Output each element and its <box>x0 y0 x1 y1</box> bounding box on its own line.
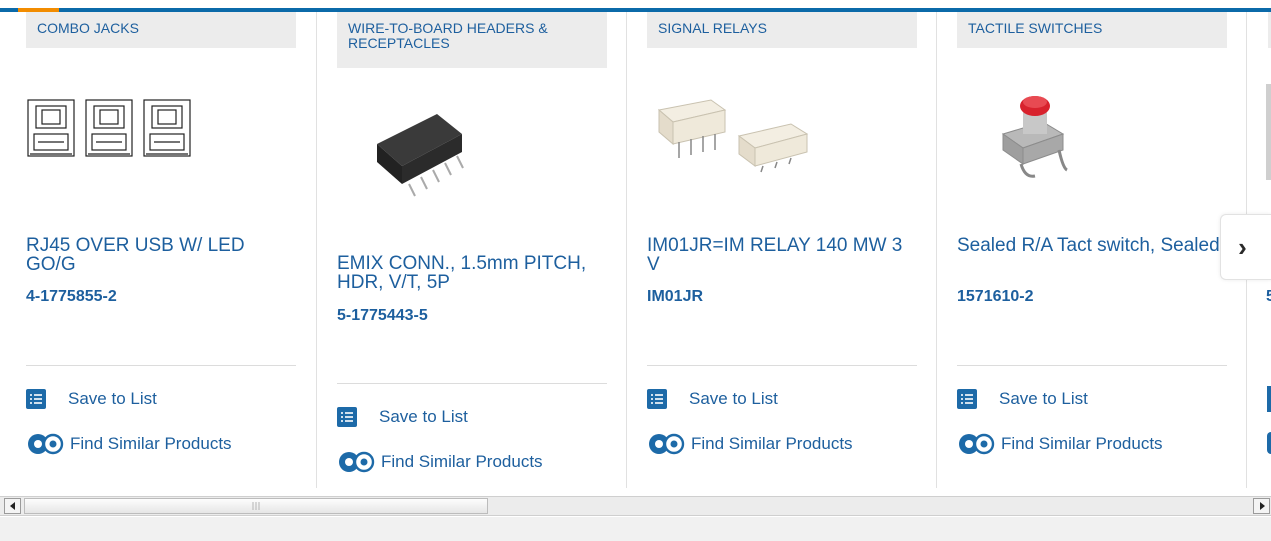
product-title[interactable]: Sealed R/A Tact switch, Sealed <box>957 236 1227 255</box>
product-card: COMBO JACKS RJ45 OVER USB W/ LED GO/G 4-… <box>26 12 296 488</box>
find-similar-label: Find Similar Products <box>1001 434 1163 453</box>
checklist-icon <box>337 407 357 427</box>
partial-save-icon <box>1267 386 1271 412</box>
part-number[interactable]: 5-1775443-5 <box>337 307 428 325</box>
chevron-right-icon: › <box>1238 231 1247 262</box>
category-label[interactable]: SIGNAL RELAYS <box>647 12 917 48</box>
save-to-list-button[interactable]: Save to List <box>957 386 1088 412</box>
save-to-list-button[interactable]: Save to List <box>337 404 468 430</box>
find-similar-label: Find Similar Products <box>381 452 543 471</box>
part-number[interactable]: 1571610-2 <box>957 288 1034 306</box>
gears-icon <box>957 431 997 457</box>
save-to-list-button[interactable]: Save to List <box>647 386 778 412</box>
bottom-gutter <box>0 517 1271 541</box>
save-to-list-label: Save to List <box>999 389 1088 408</box>
divider <box>337 383 607 384</box>
carousel-next-button[interactable]: › <box>1220 214 1271 280</box>
gears-icon <box>647 431 687 457</box>
gears-icon <box>337 449 377 475</box>
checklist-icon <box>957 389 977 409</box>
divider <box>26 365 296 366</box>
product-title[interactable]: IM01JR=IM RELAY 140 MW 3 V <box>647 236 917 274</box>
save-to-list-label: Save to List <box>379 407 468 426</box>
product-title[interactable]: EMIX CONN., 1.5mm PITCH, HDR, V/T, 5P <box>337 254 607 292</box>
category-label[interactable]: COMBO JACKS <box>26 12 296 48</box>
divider <box>957 365 1227 366</box>
gears-icon <box>26 431 66 457</box>
find-similar-products-button[interactable]: Find Similar Products <box>647 431 853 457</box>
find-similar-products-button[interactable]: Find Similar Products <box>957 431 1163 457</box>
scrollbar-thumb[interactable] <box>24 498 488 514</box>
save-to-list-label: Save to List <box>689 389 778 408</box>
product-image[interactable] <box>26 98 196 165</box>
product-title[interactable]: RJ45 OVER USB W/ LED GO/G <box>26 236 296 274</box>
part-number[interactable]: IM01JR <box>647 288 703 306</box>
checklist-icon <box>647 389 667 409</box>
product-image[interactable] <box>367 104 477 209</box>
product-card: TACTILE SWITCHES Sealed R/A Tact switch,… <box>957 12 1227 488</box>
product-card: SIGNAL RELAYS IM01JR=IM RELAY 140 MW 3 V… <box>647 12 917 488</box>
find-similar-label: Find Similar Products <box>70 434 232 453</box>
divider <box>647 365 917 366</box>
scroll-left-arrow-icon[interactable] <box>4 498 21 514</box>
scroll-right-arrow-icon[interactable] <box>1253 498 1270 514</box>
product-image[interactable] <box>991 86 1081 191</box>
find-similar-products-button[interactable]: Find Similar Products <box>26 431 232 457</box>
card-divider <box>316 12 317 488</box>
product-card: WIRE-TO-BOARD HEADERS & RECEPTACLES EMIX… <box>337 12 607 488</box>
partial-gears-icon <box>1267 432 1271 454</box>
save-to-list-label: Save to List <box>68 389 157 408</box>
card-divider <box>626 12 627 488</box>
find-similar-label: Find Similar Products <box>691 434 853 453</box>
product-image[interactable] <box>655 96 815 181</box>
save-to-list-button[interactable]: Save to List <box>26 386 157 412</box>
part-number[interactable]: 4-1775855-2 <box>26 288 117 306</box>
find-similar-products-button[interactable]: Find Similar Products <box>337 449 543 475</box>
partial-product-image <box>1266 84 1271 180</box>
horizontal-scrollbar[interactable] <box>0 496 1271 516</box>
partial-part-number: 5 <box>1266 288 1271 305</box>
checklist-icon <box>26 389 46 409</box>
category-label[interactable]: TACTILE SWITCHES <box>957 12 1227 48</box>
category-label[interactable]: WIRE-TO-BOARD HEADERS & RECEPTACLES <box>337 12 607 68</box>
card-divider <box>936 12 937 488</box>
